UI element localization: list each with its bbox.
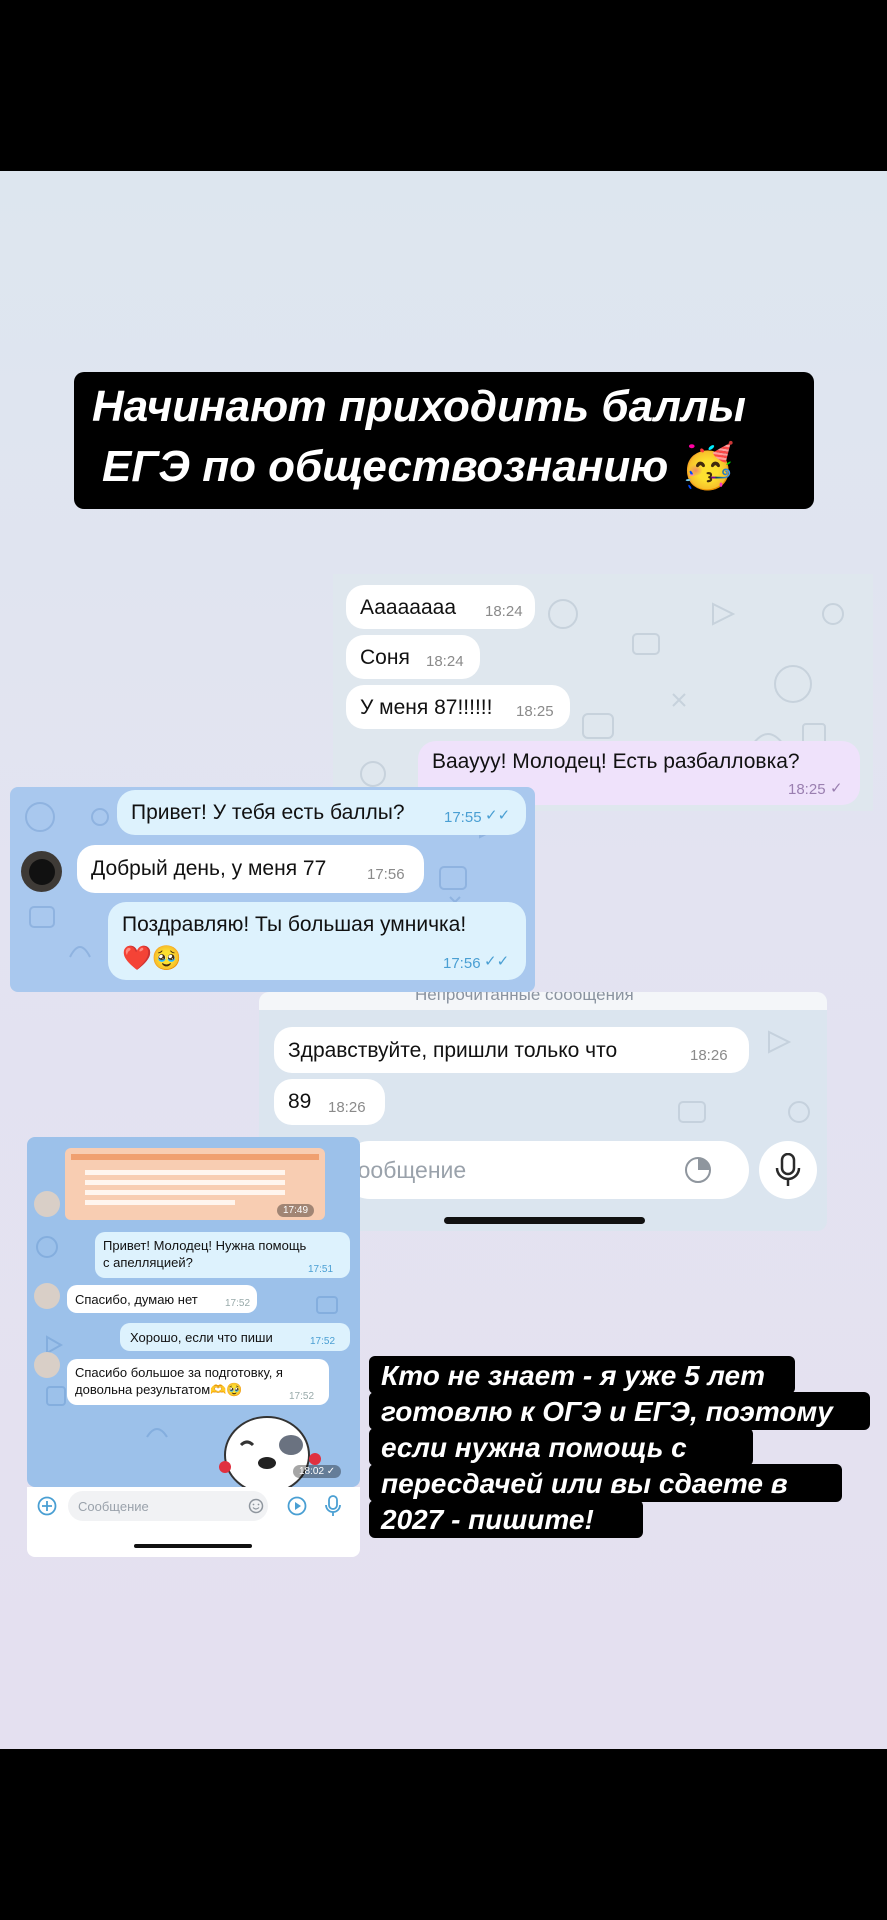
chat-screenshot-1: Аааааааа 18:24 Соня 18:24 У меня 87!!!!!…: [333, 574, 873, 811]
message-text: с апелляцией?: [103, 1255, 193, 1270]
chat-screenshot-4: 17:49 Привет! Молодец! Нужна помощь с ап…: [27, 1137, 360, 1487]
promo-text: пересдачей или вы сдаете в: [381, 1468, 788, 1499]
message-text: Привет! Молодец! Нужна помощь: [103, 1238, 307, 1253]
read-double-check-icon: ✓✓: [485, 807, 511, 824]
sticker-icon[interactable]: [683, 1155, 713, 1185]
home-indicator: [444, 1217, 645, 1224]
message-time: 17:55: [444, 809, 482, 826]
contact-avatar[interactable]: [34, 1191, 60, 1217]
incoming-message[interactable]: Аааааааа 18:24: [346, 585, 535, 629]
contact-avatar[interactable]: [21, 851, 62, 892]
incoming-message[interactable]: 89 18:26: [274, 1079, 385, 1125]
contact-avatar[interactable]: [34, 1352, 60, 1378]
promo-line-3: если нужна помощь с: [369, 1428, 753, 1466]
top-letterbox-bar: [0, 0, 887, 171]
message-time: 17:56: [443, 955, 481, 972]
incoming-message[interactable]: Спасибо большое за подготовку, я довольн…: [67, 1359, 329, 1405]
promo-line-4: пересдачей или вы сдаете в: [369, 1464, 842, 1502]
send-media-icon[interactable]: [287, 1496, 307, 1516]
message-input[interactable]: Сообщение: [341, 1141, 749, 1199]
outgoing-message[interactable]: Привет! Молодец! Нужна помощь с апелляци…: [95, 1232, 350, 1278]
message-text: Спасибо, думаю нет: [75, 1292, 198, 1307]
message-time: 18:26: [690, 1047, 728, 1064]
microphone-icon[interactable]: [325, 1495, 341, 1517]
bottom-letterbox-bar: [0, 1749, 887, 1920]
table-row: [85, 1200, 235, 1205]
table-header-stripe: [71, 1154, 319, 1160]
message-time: 17:52: [310, 1336, 336, 1347]
message-text: У меня 87!!!!!!: [360, 696, 493, 719]
results-table-image[interactable]: 17:49: [65, 1148, 325, 1220]
story-canvas: Начинают приходить баллы ЕГЭ по общество…: [0, 171, 887, 1749]
message-time: 18:26: [328, 1099, 366, 1116]
title-line-1: Начинают приходить баллы: [92, 382, 746, 431]
message-time: 18:25: [516, 703, 554, 720]
message-time: 18:24: [426, 653, 464, 670]
message-time: 17:51: [308, 1264, 334, 1275]
unread-divider-label: Непрочитанные сообщения: [415, 992, 634, 1004]
read-double-check-icon: ✓✓: [484, 953, 510, 970]
outgoing-message[interactable]: Привет! У тебя есть баллы? 17:55 ✓✓: [117, 790, 526, 835]
promo-text: Кто не знает - я уже 5 лет: [381, 1360, 766, 1391]
promo-text: готовлю к ОГЭ и ЕГЭ, поэтому: [381, 1396, 833, 1427]
message-text: Хорошо, если что пиши: [130, 1330, 273, 1345]
incoming-message[interactable]: Добрый день, у меня 77 17:56: [77, 845, 424, 893]
voice-record-button[interactable]: [759, 1141, 817, 1199]
message-text: Вааууу! Молодец! Есть разбалловка?: [432, 750, 800, 773]
sent-check-icon: ✓: [830, 780, 843, 797]
promo-text: 2027 - пишите!: [381, 1504, 594, 1535]
attach-plus-icon[interactable]: [37, 1496, 57, 1516]
message-time: 17:52: [225, 1298, 251, 1309]
outgoing-message[interactable]: Поздравляю! Ты большая умничка! ❤️🥹 17:5…: [108, 902, 526, 980]
chat-4-input-bar: Сообщение: [27, 1487, 360, 1557]
heart-emoji: ❤️🥹: [122, 944, 182, 972]
message-text: Спасибо большое за подготовку, я: [75, 1365, 283, 1380]
party-face-emoji: 🥳: [680, 441, 736, 492]
message-time: 18:24: [485, 603, 523, 620]
message-input-placeholder: Сообщение: [78, 1499, 149, 1514]
incoming-message[interactable]: Здравствуйте, пришли только что 18:26: [274, 1027, 749, 1073]
title-banner: Начинают приходить баллы ЕГЭ по общество…: [74, 372, 814, 509]
promo-line-1: Кто не знает - я уже 5 лет: [369, 1356, 795, 1394]
incoming-message[interactable]: Спасибо, думаю нет 17:52: [67, 1285, 257, 1313]
contact-avatar[interactable]: [34, 1283, 60, 1309]
outgoing-message[interactable]: Хорошо, если что пиши 17:52: [120, 1323, 350, 1351]
message-time: 17:56: [367, 866, 405, 883]
unread-divider: Непрочитанные сообщения: [259, 992, 827, 1010]
emoji-icon[interactable]: [248, 1498, 264, 1514]
message-text: 89: [288, 1090, 312, 1113]
message-text: Привет! У тебя есть баллы?: [131, 801, 405, 824]
message-text: Поздравляю! Ты большая умничка!: [122, 913, 467, 936]
title-line-2: ЕГЭ по обществознанию 🥳: [102, 441, 736, 492]
incoming-message[interactable]: У меня 87!!!!!! 18:25: [346, 685, 570, 729]
message-time: 18:25: [788, 781, 826, 798]
message-time: 17:52: [289, 1391, 315, 1402]
message-text: довольна результатом🫶🥹: [75, 1382, 243, 1397]
table-row: [85, 1170, 285, 1175]
message-text: Здравствуйте, пришли только что: [288, 1039, 618, 1062]
promo-text: если нужна помощь с: [381, 1432, 687, 1463]
message-text: Аааааааа: [360, 596, 456, 619]
table-row: [85, 1180, 285, 1185]
microphone-icon: [775, 1153, 801, 1186]
message-text: Добрый день, у меня 77: [91, 857, 327, 880]
message-time: 17:49: [277, 1204, 315, 1217]
table-row: [85, 1190, 285, 1195]
sticker-time: 18:02 ✓: [293, 1465, 342, 1478]
message-input[interactable]: Сообщение: [68, 1491, 268, 1521]
incoming-message[interactable]: Соня 18:24: [346, 635, 480, 679]
message-text: Соня: [360, 646, 410, 669]
promo-line-5: 2027 - пишите!: [369, 1500, 643, 1538]
promo-line-2: готовлю к ОГЭ и ЕГЭ, поэтому: [369, 1392, 870, 1430]
chat-screenshot-2: Привет! У тебя есть баллы? 17:55 ✓✓ Добр…: [10, 787, 535, 992]
home-indicator: [134, 1544, 252, 1548]
